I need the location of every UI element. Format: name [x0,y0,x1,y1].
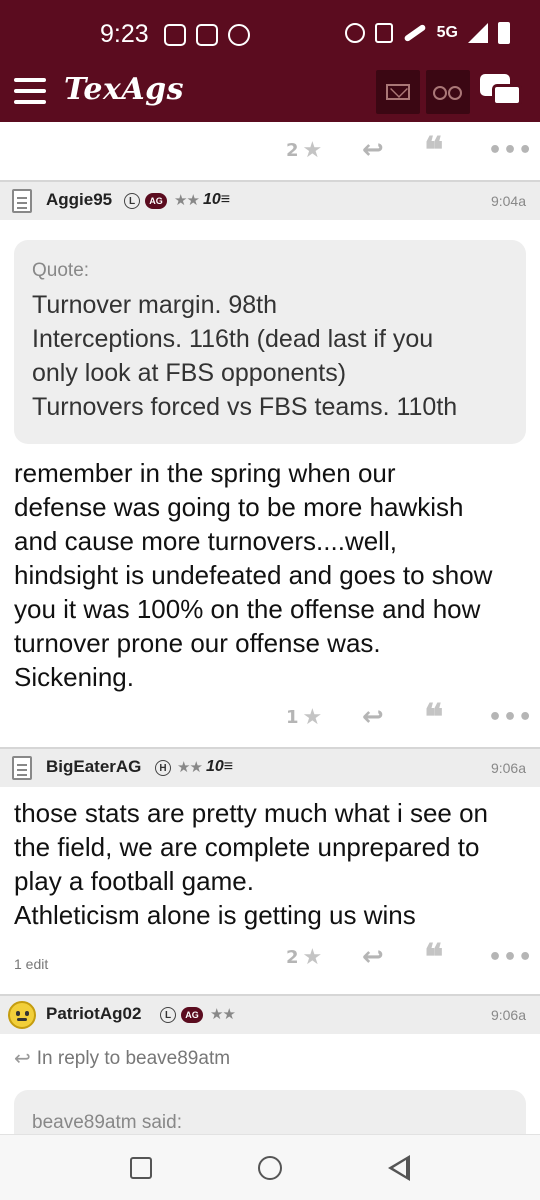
like-count: 2 [286,946,299,968]
body-line: Sickening. [14,662,134,692]
like-count: 1 [286,706,299,728]
body-line: play a football game. [14,866,254,896]
quote-block: Quote: Turnover margin. 98th Interceptio… [14,240,526,444]
body-line: you it was 100% on the offense and how [14,594,481,624]
post-header: PatriotAg02 L AG ★★ 9:06a [0,994,540,1034]
username[interactable]: BigEaterAG [46,757,141,777]
body-line: remember in the spring when our [14,458,396,488]
quote-line: Interceptions. 116th (dead last if you [32,325,434,353]
quote-icon[interactable]: ❝ [424,129,443,171]
body-line: the field, we are complete unprepared to [14,832,480,862]
recents-button[interactable] [130,1157,152,1179]
star-icon: ★ [302,704,323,730]
post-body: remember in the spring when our defense … [14,456,530,694]
post-actions: 1 ★ ↩ ❝ ••• [0,696,540,738]
user-stars: ★★ [210,1005,236,1023]
username[interactable]: Aggie95 [46,190,112,210]
user-stars: ★★ [174,191,200,209]
post-time: 9:06a [490,760,526,776]
level-badge: L [160,1007,176,1023]
reply-icon[interactable]: ↩ [362,937,384,977]
notepad-icon [12,189,32,213]
post-header: BigEaterAG H ★★ 10≡ 9:06a [0,747,540,787]
system-navigation-bar [0,1134,540,1200]
nfc-icon [374,23,393,43]
more-icon[interactable]: ••• [488,130,533,170]
body-line: those stats are pretty much what i see o… [14,798,489,828]
in-reply-to-link[interactable]: ↩ In reply to beave89atm [14,1046,230,1071]
alarm-icon [344,23,365,43]
smiley-avatar-icon [8,1001,36,1029]
menu-icon[interactable] [14,78,46,104]
network-type: 5G [436,24,458,41]
app-notification-icon [164,24,186,46]
quote-icon[interactable]: ❝ [424,936,443,978]
reply-to-text: In reply to beave89atm [36,1047,231,1069]
post-actions: 2 ★ ↩ ❝ ••• [0,936,540,978]
like-button[interactable]: 1 ★ [286,697,322,737]
watch-button[interactable] [426,70,470,114]
rank-badge: 10≡ [206,758,234,775]
ag-badge: AG [181,1007,203,1023]
key-icon [403,23,427,43]
body-line: defense was going to be more hawkish [14,492,464,522]
notepad-icon [12,756,32,780]
status-time: 9:23 [100,20,149,48]
quote-label: Quote: [32,260,90,281]
home-button[interactable] [258,1156,282,1180]
post-time: 9:04a [490,193,526,209]
post-body: those stats are pretty much what i see o… [14,796,530,932]
quote-line: Turnover margin. 98th [32,291,278,319]
body-line: and cause more turnovers....well, [14,526,397,556]
ag-badge: AG [145,193,167,209]
quote-icon[interactable]: ❝ [424,696,443,738]
star-icon: ★ [302,944,323,970]
quote-line: Turnovers forced vs FBS teams. 110th [32,393,458,421]
system-icons: 5G [344,22,510,44]
instagram-icon [196,24,218,46]
post-time: 9:06a [490,1007,526,1023]
battery-icon [498,22,510,44]
mail-icon [386,84,410,100]
reply-icon[interactable]: ↩ [362,697,384,737]
reply-icon[interactable]: ↩ [362,130,384,170]
chat-icon[interactable] [480,74,524,112]
status-bar: 9:23 5G [0,0,540,66]
quote-label: beave89atm said: [32,1112,182,1133]
podcast-icon [228,24,250,46]
body-line: hindsight is undefeated and goes to show [14,560,493,590]
reply-arrow-icon: ↩ [14,1048,31,1070]
user-stars: ★★ [177,758,203,776]
level-badge: L [124,193,140,209]
star-icon: ★ [302,137,323,163]
like-button[interactable]: 2 ★ [286,130,322,170]
binoculars-icon [433,86,447,100]
more-icon[interactable]: ••• [488,937,533,977]
signal-icon [468,23,488,43]
body-line: turnover prone our offense was. [14,628,381,658]
body-line: Athleticism alone is getting us wins [14,900,416,930]
post-actions: 2 ★ ↩ ❝ ••• [0,129,540,171]
app-bar: TexAgs [0,66,540,122]
texags-logo[interactable]: TexAgs [64,72,184,107]
post-header: Aggie95 L AG ★★ 10≡ 9:04a [0,180,540,220]
back-button[interactable] [388,1155,410,1181]
quote-line: only look at FBS opponents) [32,359,347,387]
rank-badge: 10≡ [203,191,231,208]
level-badge: H [155,760,171,776]
notification-icons [164,24,250,46]
like-count: 2 [286,139,299,161]
messages-button[interactable] [376,70,420,114]
like-button[interactable]: 2 ★ [286,937,322,977]
username[interactable]: PatriotAg02 [46,1004,141,1024]
more-icon[interactable]: ••• [488,697,533,737]
